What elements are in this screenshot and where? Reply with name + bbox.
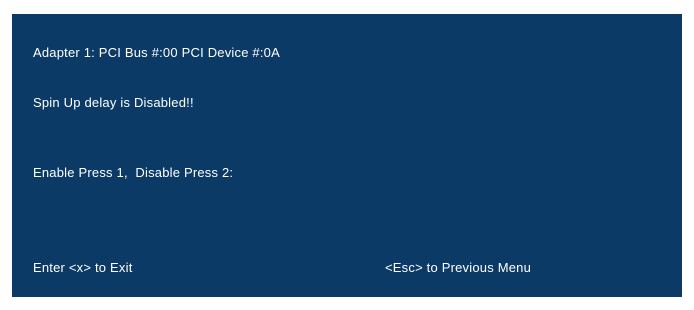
bios-config-screen: Adapter 1: PCI Bus #:00 PCI Device #:0A …	[12, 14, 682, 297]
previous-menu-hint[interactable]: <Esc> to Previous Menu	[385, 260, 531, 276]
adapter-info-text: Adapter 1: PCI Bus #:00 PCI Device #:0A	[33, 45, 280, 60]
enable-disable-prompt: Enable Press 1, Disable Press 2:	[33, 165, 234, 180]
spin-up-status-text: Spin Up delay is Disabled!!	[33, 95, 194, 110]
exit-hint[interactable]: Enter <x> to Exit	[33, 260, 133, 276]
